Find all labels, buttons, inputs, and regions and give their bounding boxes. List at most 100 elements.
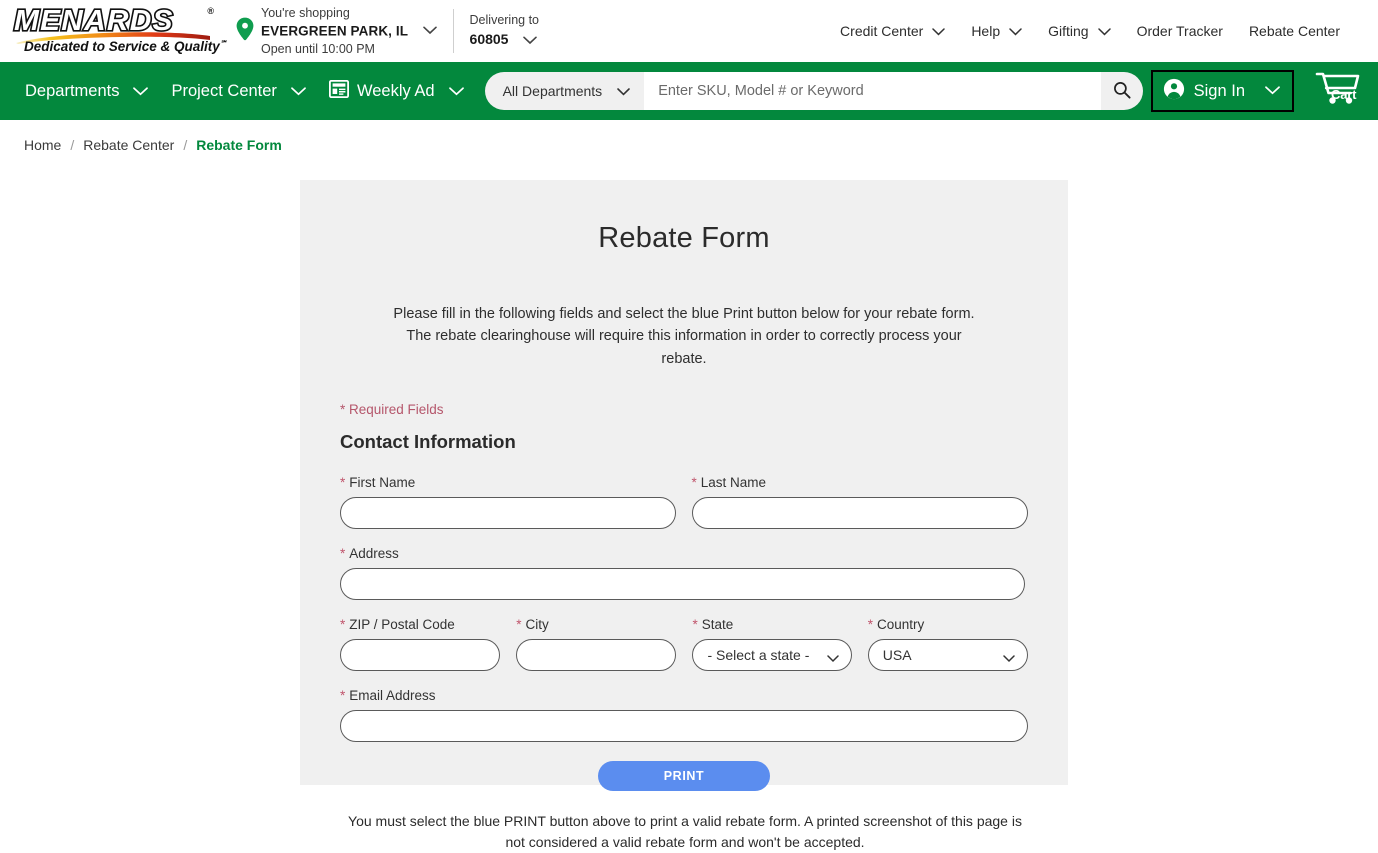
field-group-address: * Address (340, 546, 1025, 600)
label-address: * Address (340, 546, 1025, 561)
main-navigation-bar: Departments Project Center Weekly Ad (0, 62, 1378, 120)
topnav-item-rebate-center[interactable]: Rebate Center (1241, 17, 1348, 45)
label-text: Last Name (701, 475, 766, 490)
sign-in-button[interactable]: Sign In (1151, 70, 1294, 112)
required-asterisk: * (692, 617, 697, 632)
topnav-item-help[interactable]: Help (963, 17, 1030, 45)
label-text: Country (877, 617, 924, 632)
label-text: State (702, 617, 734, 632)
contact-information-form: * First Name * Last Name * Address (340, 475, 1028, 853)
location-pin-icon (236, 17, 254, 46)
topnav-item-gifting[interactable]: Gifting (1040, 17, 1118, 45)
chevron-down-icon[interactable] (133, 82, 148, 101)
search-submit-button[interactable] (1101, 72, 1143, 110)
label-last-name: * Last Name (692, 475, 1029, 490)
print-button[interactable]: PRINT (598, 761, 770, 791)
label-text: Email Address (349, 688, 435, 703)
first-name-input[interactable] (340, 497, 676, 529)
required-asterisk: * (868, 617, 873, 632)
topnav-label: Gifting (1048, 23, 1088, 39)
label-zip: *ZIP / Postal Code (340, 617, 500, 632)
field-group-state: * State - Select a state - (692, 617, 851, 671)
label-text: First Name (349, 475, 415, 490)
chevron-down-icon[interactable] (1009, 23, 1022, 39)
page-description: Please fill in the following fields and … (384, 303, 984, 370)
user-avatar-icon (1163, 78, 1185, 105)
breadcrumb-item-rebate-center[interactable]: Rebate Center (83, 137, 174, 153)
country-select-wrapper: USA (868, 639, 1028, 671)
delivery-zip-value: 60805 (470, 31, 509, 47)
city-input[interactable] (516, 639, 676, 671)
country-select[interactable]: USA (868, 639, 1028, 671)
field-group-last-name: * Last Name (692, 475, 1029, 529)
required-asterisk: * (340, 688, 345, 703)
store-name: EVERGREEN PARK, IL (261, 23, 408, 38)
topnav-label: Credit Center (840, 23, 923, 39)
state-select[interactable]: - Select a state - (692, 639, 851, 671)
sign-in-label: Sign In (1194, 82, 1245, 101)
rebate-form-panel: Rebate Form Please fill in the following… (300, 180, 1068, 785)
state-select-wrapper: - Select a state - (692, 639, 851, 671)
form-row-email: * Email Address (340, 688, 1028, 742)
field-group-city: * City (516, 617, 676, 671)
print-button-row: PRINT (340, 761, 1028, 791)
label-first-name: * First Name (340, 475, 676, 490)
chevron-down-icon[interactable] (932, 23, 945, 39)
utility-header: MENARDS ® Dedicated to Service & Quality… (0, 0, 1378, 62)
required-asterisk: * (692, 475, 697, 490)
breadcrumb-separator: / (183, 137, 187, 153)
cart-button[interactable]: Cart (1312, 69, 1364, 114)
shopping-label: You're shopping (261, 5, 437, 21)
nav-item-project-center[interactable]: Project Center (164, 76, 312, 107)
chevron-down-icon[interactable] (291, 82, 306, 101)
email-input[interactable] (340, 710, 1028, 742)
logo-registered-mark: ® (207, 6, 214, 16)
last-name-input[interactable] (692, 497, 1029, 529)
required-asterisk: * (340, 475, 345, 490)
topnav-item-order-tracker[interactable]: Order Tracker (1129, 17, 1231, 45)
menards-logo[interactable]: MENARDS ® Dedicated to Service & Quality… (14, 3, 214, 59)
logo-tagline-text: Dedicated to Service & Quality (24, 39, 220, 54)
site-search: All Departments (485, 72, 1143, 110)
field-group-first-name: * First Name (340, 475, 676, 529)
required-fields-note: * Required Fields (340, 402, 1068, 417)
label-text: City (526, 617, 549, 632)
weekly-ad-icon (329, 80, 349, 103)
breadcrumb-item-home[interactable]: Home (24, 137, 61, 153)
field-group-email: * Email Address (340, 688, 1028, 742)
required-asterisk: * (516, 617, 521, 632)
store-location-selector[interactable]: You're shopping EVERGREEN PARK, IL Open … (228, 5, 437, 58)
form-row-location: *ZIP / Postal Code * City * State - Select… (340, 617, 1028, 671)
chevron-down-icon[interactable] (1265, 82, 1280, 100)
label-state: * State (692, 617, 851, 632)
label-text: Address (349, 546, 399, 561)
topnav-label: Rebate Center (1249, 23, 1340, 39)
store-hours: Open until 10:00 PM (261, 41, 437, 57)
cart-label: Cart (1331, 87, 1356, 102)
address-input[interactable] (340, 568, 1025, 600)
chevron-down-icon[interactable] (617, 83, 630, 99)
search-input[interactable] (644, 72, 1100, 110)
search-department-value: All Departments (503, 83, 603, 99)
field-group-zip: *ZIP / Postal Code (340, 617, 500, 671)
topnav-item-credit-center[interactable]: Credit Center (832, 17, 953, 45)
label-city: * City (516, 617, 676, 632)
section-heading-contact-information: Contact Information (340, 431, 1068, 453)
nav-item-departments[interactable]: Departments (18, 76, 155, 107)
page-title: Rebate Form (300, 180, 1068, 255)
chevron-down-icon[interactable] (423, 21, 437, 41)
chevron-down-icon[interactable] (523, 30, 537, 50)
chevron-down-icon[interactable] (1098, 23, 1111, 39)
nav-item-weekly-ad[interactable]: Weekly Ad (322, 74, 471, 109)
search-department-dropdown[interactable]: All Departments (485, 72, 645, 110)
delivery-zip-selector[interactable]: Delivering to 60805 (470, 11, 539, 51)
topnav-label: Order Tracker (1137, 23, 1223, 39)
zip-input[interactable] (340, 639, 500, 671)
label-country: * Country (868, 617, 1028, 632)
required-asterisk: * (340, 546, 345, 561)
logo-tagline: Dedicated to Service & Quality℠ (24, 39, 227, 54)
form-row-name: * First Name * Last Name (340, 475, 1028, 529)
chevron-down-icon[interactable] (449, 82, 464, 101)
logo-servicemark: ℠ (220, 41, 227, 48)
breadcrumb-current-page: Rebate Form (196, 137, 282, 153)
